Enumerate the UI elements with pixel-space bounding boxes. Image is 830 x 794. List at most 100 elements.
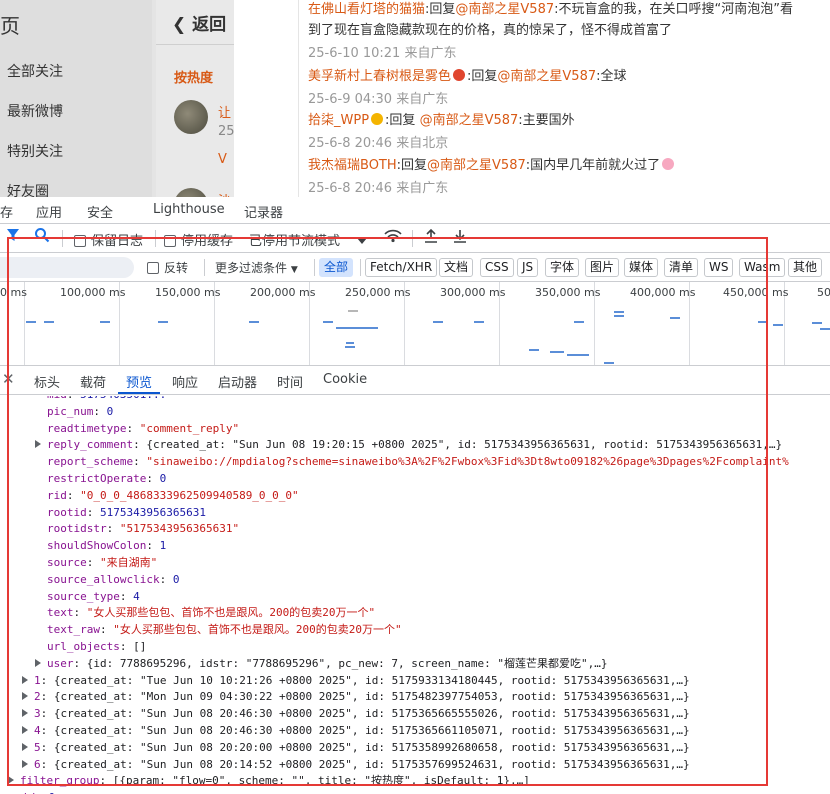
close-icon[interactable]: ✕ [2,370,15,388]
expand-triangle-icon[interactable] [22,709,28,718]
type-filter-fetch[interactable]: Fetch/XHR [365,258,438,277]
sort-label[interactable]: 按热度 [174,67,213,86]
json-row[interactable]: text: "女人买那些包包、首饰不也是跟风。200的包卖20万一个" [47,605,375,622]
type-filter-doc[interactable]: 文档 [439,258,474,277]
expand-triangle-icon[interactable] [22,675,28,684]
search-icon[interactable] [34,227,50,247]
tab-lighthouse[interactable]: Lighthouse [153,202,225,217]
type-filter-img[interactable]: 图片 [585,258,620,277]
type-filter-wasm[interactable]: Wasm [739,258,786,277]
json-row[interactable]: mid: 5175403501... [47,396,166,404]
json-row[interactable]: 3: {created_at: "Sun Jun 08 20:46:30 +08… [22,706,690,723]
type-filter-other[interactable]: 其他 [788,258,823,277]
json-row[interactable]: source_allowclick: 0 [47,572,179,589]
disable-cache-checkbox[interactable]: 停用缓存 [164,230,233,249]
divider [204,259,205,276]
json-row[interactable]: pic_num: 0 [47,404,113,421]
tab-payload[interactable]: 载荷 [80,372,106,391]
mention-link[interactable]: @南部之星V587 [455,2,554,17]
expand-triangle-icon[interactable] [22,726,28,734]
nav-item-special[interactable]: 特别关注 [7,141,63,161]
expand-triangle-icon[interactable] [22,692,28,701]
json-row[interactable]: rid: "0_0_0_4868333962509940589_0_0_0" [47,488,299,505]
network-timeline[interactable]: 0 ms 100,000 ms 150,000 ms 200,000 ms 25… [0,282,830,366]
json-row[interactable]: 2: {created_at: "Mon Jun 09 04:30:22 +08… [22,689,690,706]
mention-link[interactable]: @南部之星V587 [420,113,519,128]
json-row[interactable]: rootid: 5175343956365631 [47,505,206,522]
json-row[interactable]: url_objects: [] [47,639,146,656]
type-filter-css[interactable]: CSS [480,258,514,277]
type-filter-media[interactable]: 媒体 [624,258,659,277]
tab-preview[interactable]: 预览 [126,372,152,391]
tab-security[interactable]: 安全 [87,202,113,221]
nav-item-all-follow[interactable]: 全部关注 [7,61,63,81]
tab-initiator[interactable]: 启动器 [218,372,257,391]
tab-headers[interactable]: 标头 [34,372,60,391]
tab-recorder[interactable]: 记录器 [244,202,283,221]
json-row[interactable]: shouldShowColon: 1 [47,538,166,555]
expand-triangle-icon[interactable] [35,440,41,449]
json-row[interactable]: reply_comment: {created_at: "Sun Jun 08 … [35,437,782,454]
nav-item-latest[interactable]: 最新微博 [7,101,63,121]
json-row[interactable]: restrictOperate: 0 [47,471,166,488]
filter-icon[interactable] [6,227,20,247]
json-row[interactable]: source: "来自湖南" [47,555,157,572]
comment-author[interactable]: 拾柒_WPP [308,113,369,128]
type-filter-font[interactable]: 字体 [545,258,580,277]
tab-cookies[interactable]: Cookie [323,372,367,387]
more-filters-dropdown[interactable]: 更多过滤条件 ▼ [215,259,298,276]
json-row[interactable]: filter_group: [{param: "flow=0", scheme:… [8,773,530,790]
json-row[interactable]: readtimetype: "comment_reply" [47,421,239,438]
json-row[interactable]: id: 0 [22,790,55,794]
filter-input[interactable] [0,257,134,278]
comment-author[interactable]: 美孚新村上春树根是雾色 [308,69,451,84]
json-row[interactable]: 5: {created_at: "Sun Jun 08 20:20:00 +08… [22,740,690,757]
type-filter-all[interactable]: 全部 [319,258,354,277]
mention-link[interactable]: @南部之星V587 [427,158,526,173]
tab-response[interactable]: 响应 [172,372,198,391]
json-value: 0 [172,572,180,586]
comment-author[interactable]: 我杰福瑞BOTH [308,158,397,173]
request-bar [433,321,443,323]
json-preview[interactable]: mid: 5175403501...pic_num: 0readtimetype… [0,396,830,794]
type-filter-manifest[interactable]: 清单 [664,258,699,277]
avatar[interactable] [174,188,208,197]
expand-triangle-icon[interactable] [35,658,41,667]
json-key: readtimetype [47,421,127,435]
json-row[interactable]: text_raw: "女人买那些包包、首饰不也是跟风。200的包卖20万一个" [47,622,402,639]
json-row[interactable]: user: {id: 7788695296, idstr: "778869529… [35,656,607,673]
comment-meta: 25-6-9 04:30 来自广东 [308,92,449,107]
json-row[interactable]: report_scheme: "sinaweibo://mpdialog?sch… [47,454,789,471]
type-filter-ws[interactable]: WS [704,258,734,277]
json-row[interactable]: 4: {created_at: "Sun Jun 08 20:46:30 +08… [22,723,690,740]
preserve-log-checkbox[interactable]: 保留日志 [74,230,143,249]
comment-author[interactable]: 在佛山看灯塔的猫猫 [308,2,425,17]
clipped-name[interactable]: 沙 [218,190,231,197]
avatar[interactable] [174,100,208,134]
download-icon[interactable] [453,228,467,248]
wifi-settings-icon[interactable] [383,228,403,248]
json-key: reply_comment [47,438,134,452]
request-bar [44,321,54,323]
json-value: 0 [106,404,114,418]
invert-checkbox[interactable]: 反转 [147,259,188,276]
mention-link[interactable]: @南部之星V587 [497,69,596,84]
tab-timing[interactable]: 时间 [277,372,303,391]
clipped-name[interactable]: 让 [218,102,231,121]
type-filter-js[interactable]: JS [517,258,539,277]
json-row[interactable]: 1: {created_at: "Tue Jun 10 10:21:26 +08… [22,673,690,690]
expand-triangle-icon[interactable] [8,776,14,785]
upload-icon[interactable] [424,228,438,248]
json-row[interactable]: source_type: 4 [47,589,140,606]
expand-triangle-icon[interactable] [22,759,28,768]
tab-application[interactable]: 应用 [36,202,62,221]
tab-memory[interactable]: 存 [0,202,13,221]
back-button[interactable]: ❮ 返回 [172,10,226,35]
throttle-select[interactable]: 已停用节流模式 [249,230,340,249]
expand-triangle-icon[interactable] [22,742,28,751]
json-row[interactable]: 6: {created_at: "Sun Jun 08 20:14:52 +08… [22,757,690,774]
json-key: text [47,606,74,620]
json-row[interactable]: rootidstr: "5175343956365631" [47,521,239,538]
chevron-down-icon[interactable] [357,234,367,249]
nav-item-friends[interactable]: 好友圈 [7,181,49,197]
